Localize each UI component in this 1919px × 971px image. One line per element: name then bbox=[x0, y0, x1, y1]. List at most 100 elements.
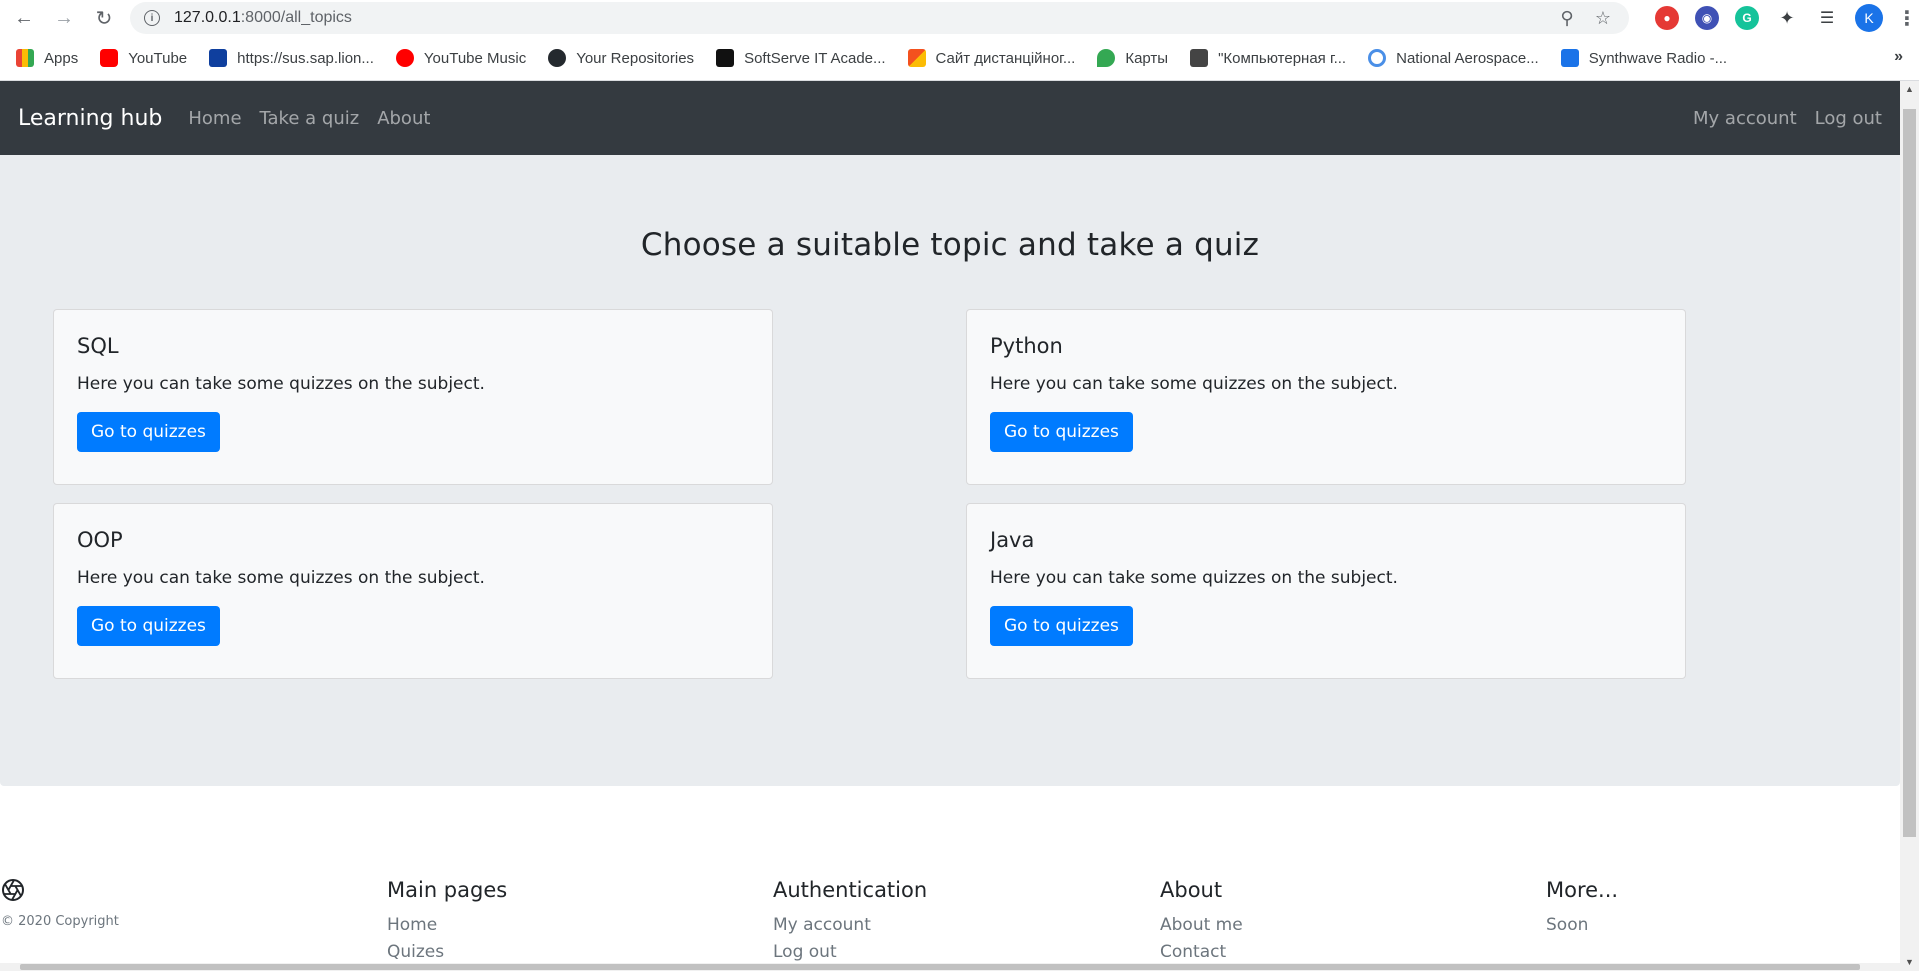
browser-menu-icon[interactable]: ⋮ bbox=[1897, 6, 1917, 31]
vertical-scrollbar[interactable]: ▲ ▼ bbox=[1900, 81, 1919, 971]
bookmark-youtube-music[interactable]: YouTube Music bbox=[395, 49, 527, 67]
footer-col-authentication: Authentication My account Log out bbox=[773, 878, 927, 966]
extensions-puzzle-icon[interactable]: ✦ bbox=[1775, 6, 1799, 30]
bookmark-distance-site[interactable]: Сайт дистанційног... bbox=[907, 49, 1076, 67]
youtube-icon bbox=[100, 49, 119, 67]
bookmark-label: YouTube Music bbox=[423, 49, 527, 67]
card-text: Here you can take some quizzes on the su… bbox=[77, 568, 485, 588]
profile-avatar[interactable]: K bbox=[1855, 4, 1883, 32]
card-title: SQL bbox=[77, 334, 119, 358]
site-icon bbox=[907, 49, 926, 67]
footer-link-quizes[interactable]: Quizes bbox=[387, 939, 507, 966]
footer-col-title: About bbox=[1160, 878, 1223, 902]
card-title: Python bbox=[990, 334, 1063, 358]
nav-my-account[interactable]: My account bbox=[1693, 108, 1797, 129]
vpn-extension-icon[interactable]: ◉ bbox=[1695, 6, 1719, 30]
site-footer: © 2020 Copyright Main pages Home Quizes … bbox=[0, 786, 1900, 971]
bookmark-computer[interactable]: "Компьютерная г... bbox=[1190, 49, 1346, 67]
nav-take-quiz[interactable]: Take a quiz bbox=[260, 108, 360, 129]
nav-home[interactable]: Home bbox=[188, 108, 241, 129]
bookmark-label: YouTube bbox=[128, 49, 188, 67]
topic-card-oop: OOP Here you can take some quizzes on th… bbox=[53, 503, 773, 679]
card-text: Here you can take some quizzes on the su… bbox=[990, 568, 1398, 588]
bookmark-softserve[interactable]: SoftServe IT Acade... bbox=[716, 49, 886, 67]
address-bar[interactable]: i 127.0.0.1:8000/all_topics ⚲ ☆ bbox=[130, 2, 1629, 34]
github-icon bbox=[548, 49, 567, 67]
card-title: OOP bbox=[77, 528, 123, 552]
bookmark-apps[interactable]: Apps bbox=[16, 49, 78, 67]
footer-link-about-me[interactable]: About me bbox=[1160, 912, 1243, 939]
bookmark-repositories[interactable]: Your Repositories bbox=[548, 49, 694, 67]
scroll-up-arrow-icon[interactable]: ▲ bbox=[1900, 81, 1919, 98]
maps-pin-icon bbox=[1097, 49, 1116, 67]
bookmark-label: Сайт дистанційног... bbox=[935, 49, 1076, 67]
card-text: Here you can take some quizzes on the su… bbox=[77, 374, 485, 394]
horizontal-scrollbar-thumb[interactable] bbox=[20, 964, 1860, 970]
bookmark-youtube[interactable]: YouTube bbox=[100, 49, 187, 67]
topic-cards: SQL Here you can take some quizzes on th… bbox=[0, 309, 1900, 709]
opera-adblock-extension-icon[interactable]: ● bbox=[1655, 6, 1679, 30]
horizontal-scrollbar[interactable] bbox=[0, 963, 1900, 971]
topic-card-java: Java Here you can take some quizzes on t… bbox=[966, 503, 1686, 679]
aperture-logo-icon bbox=[2, 879, 24, 901]
bookmark-label: Your Repositories bbox=[576, 49, 695, 67]
card-title: Java bbox=[990, 528, 1035, 552]
back-arrow-icon[interactable]: ← bbox=[10, 4, 38, 32]
footer-col-main-pages: Main pages Home Quizes bbox=[387, 878, 507, 966]
navbar-brand[interactable]: Learning hub bbox=[18, 106, 162, 131]
bookmark-label: "Компьютерная г... bbox=[1218, 49, 1347, 67]
footer-link-log-out[interactable]: Log out bbox=[773, 939, 927, 966]
zoom-icon[interactable]: ⚲ bbox=[1555, 6, 1579, 30]
vertical-scrollbar-thumb[interactable] bbox=[1903, 109, 1916, 837]
topic-card-python: Python Here you can take some quizzes on… bbox=[966, 309, 1686, 485]
radio-icon bbox=[1560, 49, 1579, 67]
footer-col-about: About About me Contact bbox=[1160, 878, 1243, 966]
scroll-down-arrow-icon[interactable]: ▼ bbox=[1900, 954, 1919, 971]
url-text[interactable]: 127.0.0.1:8000/all_topics bbox=[174, 9, 1543, 27]
link-icon bbox=[1368, 49, 1387, 67]
nav-about[interactable]: About bbox=[377, 108, 430, 129]
footer-link-my-account[interactable]: My account bbox=[773, 912, 927, 939]
browser-toolbar: ← → ↻ i 127.0.0.1:8000/all_topics ⚲ ☆ ● … bbox=[0, 0, 1919, 36]
nav-right-group: My account Log out bbox=[1675, 108, 1882, 129]
site-info-icon[interactable]: i bbox=[144, 10, 160, 26]
reload-icon[interactable]: ↻ bbox=[90, 4, 118, 32]
go-to-quizzes-button[interactable]: Go to quizzes bbox=[990, 606, 1133, 646]
footer-link-soon[interactable]: Soon bbox=[1546, 912, 1618, 939]
go-to-quizzes-button[interactable]: Go to quizzes bbox=[77, 606, 220, 646]
go-to-quizzes-button[interactable]: Go to quizzes bbox=[990, 412, 1133, 452]
page-viewport: Learning hub Home Take a quiz About My a… bbox=[0, 81, 1900, 971]
bookmark-aerospace[interactable]: National Aerospace... bbox=[1368, 49, 1539, 67]
site-navbar: Learning hub Home Take a quiz About My a… bbox=[0, 81, 1900, 155]
footer-link-contact[interactable]: Contact bbox=[1160, 939, 1243, 966]
grammarly-extension-icon[interactable]: G bbox=[1735, 6, 1759, 30]
star-icon[interactable]: ☆ bbox=[1591, 6, 1615, 30]
bookmarks-more-icon[interactable]: » bbox=[1894, 48, 1903, 66]
bookmark-label: https://sus.sap.lion... bbox=[237, 49, 374, 67]
bookmark-label: National Aerospace... bbox=[1396, 49, 1539, 67]
apps-grid-icon bbox=[16, 49, 34, 67]
footer-col-title: Main pages bbox=[387, 878, 508, 902]
copyright-text: © 2020 Copyright bbox=[1, 914, 119, 929]
media-queue-icon[interactable]: ☰ bbox=[1815, 6, 1839, 30]
page-heading: Choose a suitable topic and take a quiz bbox=[640, 227, 1260, 263]
forward-arrow-icon[interactable]: → bbox=[50, 4, 78, 32]
go-to-quizzes-button[interactable]: Go to quizzes bbox=[77, 412, 220, 452]
url-host: 127.0.0.1 bbox=[174, 9, 241, 26]
bookmarks-bar: Apps YouTube https://sus.sap.lion... You… bbox=[0, 36, 1919, 81]
bookmark-label: Карты bbox=[1125, 49, 1169, 67]
footer-col-title: More... bbox=[1546, 878, 1619, 902]
bookmark-maps[interactable]: Карты bbox=[1097, 49, 1168, 67]
youtube-music-icon bbox=[395, 49, 414, 67]
nav-log-out[interactable]: Log out bbox=[1815, 108, 1882, 129]
card-text: Here you can take some quizzes on the su… bbox=[990, 374, 1398, 394]
bookmark-sap[interactable]: https://sus.sap.lion... bbox=[209, 49, 374, 67]
bookmark-synthwave[interactable]: Synthwave Radio -... bbox=[1560, 49, 1728, 67]
footer-col-more: More... Soon bbox=[1546, 878, 1618, 939]
topics-jumbotron: Choose a suitable topic and take a quiz … bbox=[0, 155, 1900, 786]
footer-col-title: Authentication bbox=[773, 878, 928, 902]
bookmark-label: SoftServe IT Acade... bbox=[744, 49, 886, 67]
bookmark-label: Apps bbox=[44, 49, 79, 67]
bookmark-label: Synthwave Radio -... bbox=[1588, 49, 1728, 67]
footer-link-home[interactable]: Home bbox=[387, 912, 507, 939]
